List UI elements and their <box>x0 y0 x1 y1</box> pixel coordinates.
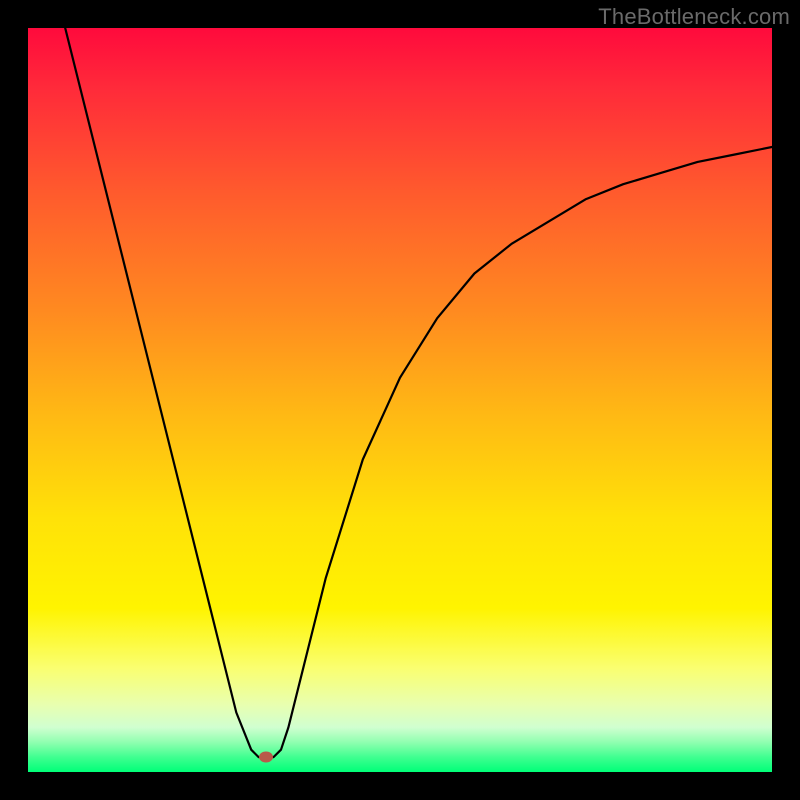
plot-area <box>28 28 772 772</box>
chart-frame: TheBottleneck.com <box>0 0 800 800</box>
bottleneck-curve <box>28 28 772 772</box>
optimal-point-marker <box>259 752 273 763</box>
watermark-text: TheBottleneck.com <box>598 4 790 30</box>
